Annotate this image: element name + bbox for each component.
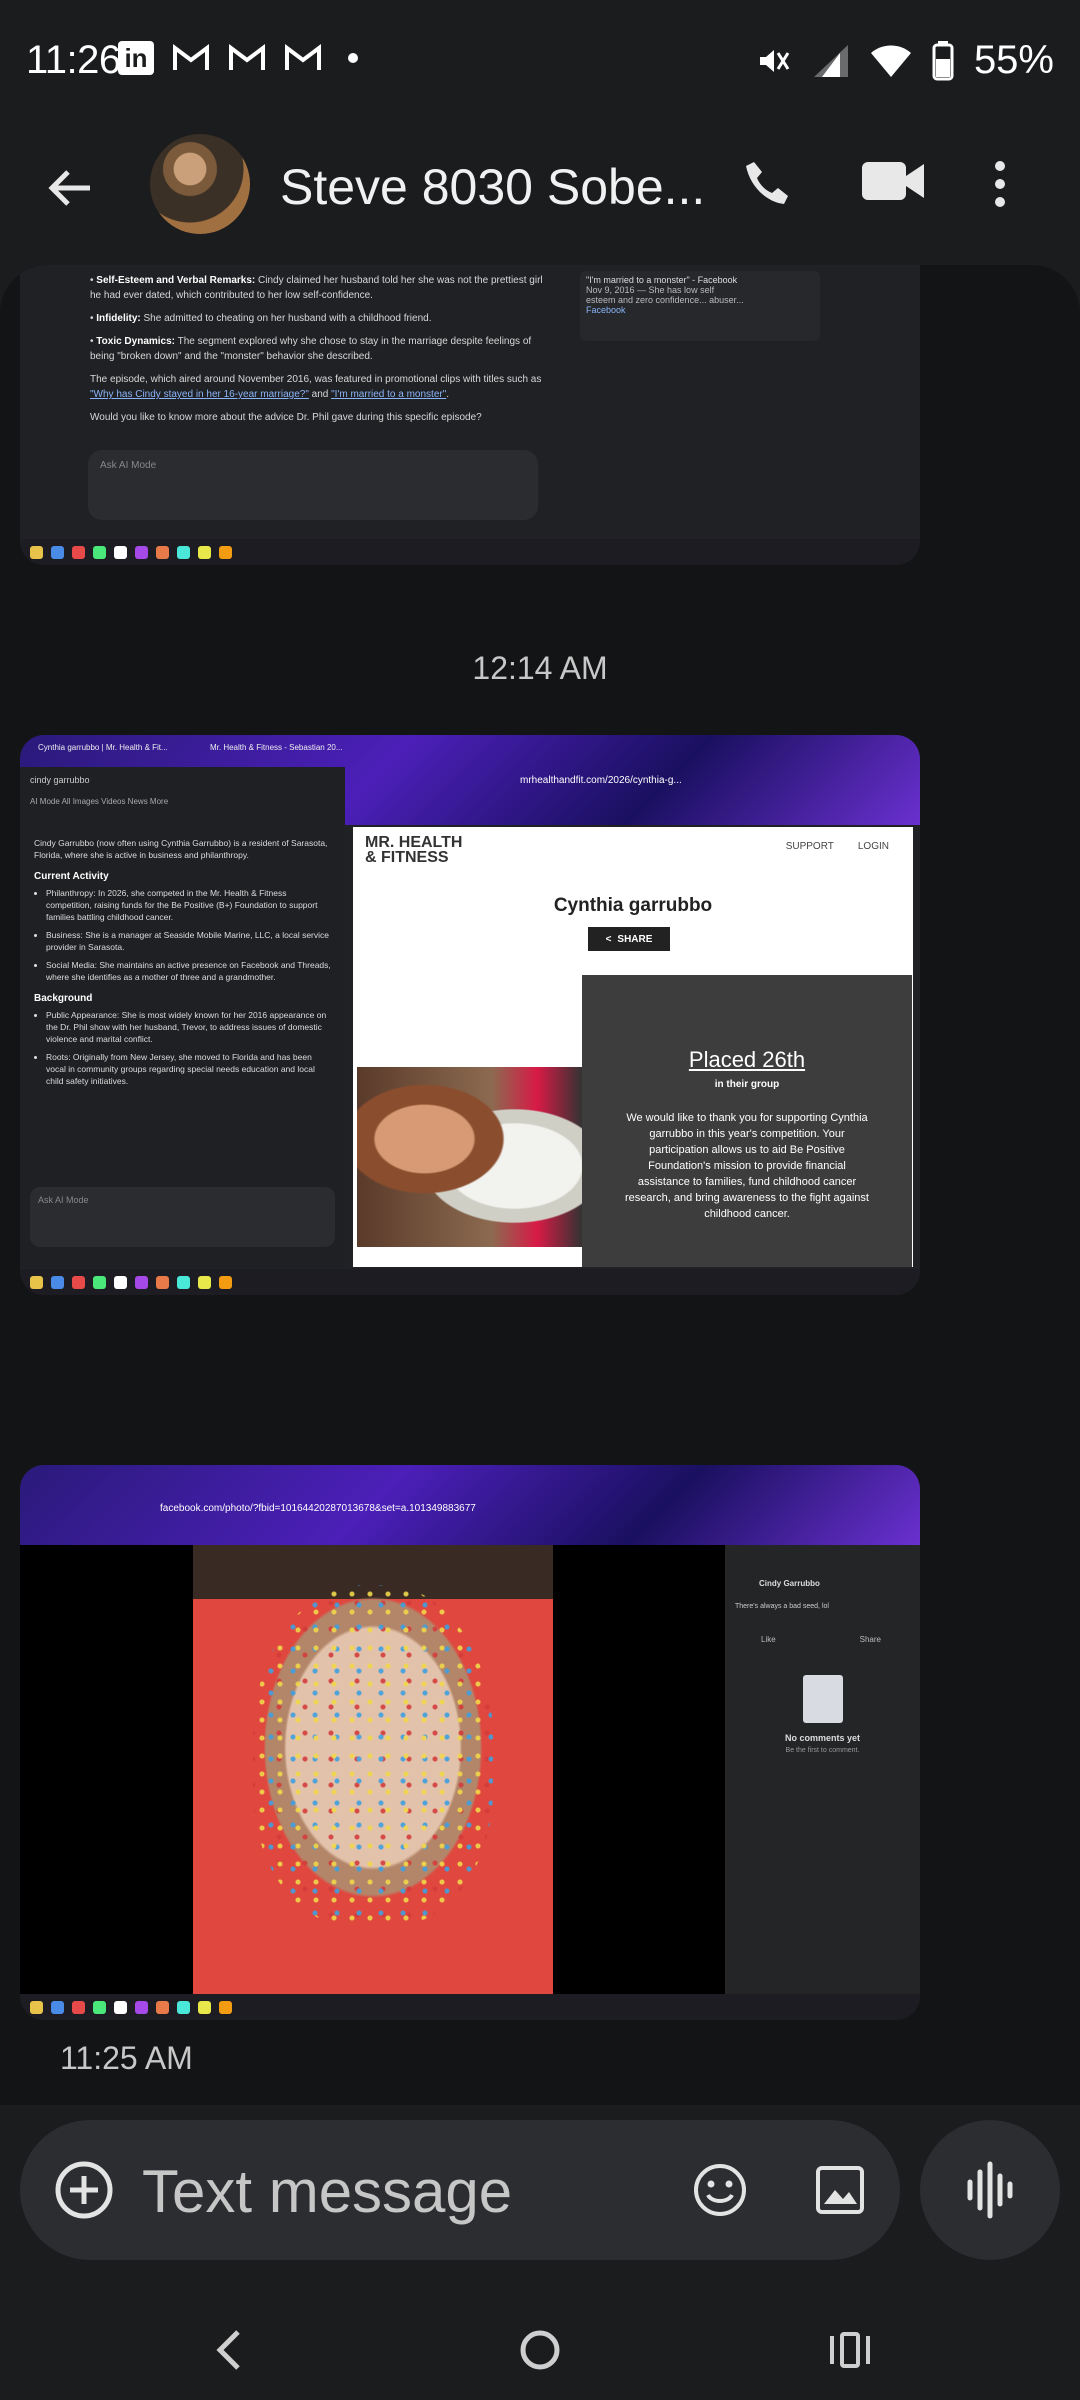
phone-icon <box>746 162 788 204</box>
message-thread[interactable]: • Self-Esteem and Verbal Remarks: Cindy … <box>0 265 1080 2105</box>
back-button[interactable] <box>40 158 100 218</box>
placement-panel: Placed 26th in their group We would like… <box>582 975 912 1267</box>
facebook-comment-panel: Cindy Garrubbo There's always a bad seed… <box>725 1545 920 1995</box>
timestamp: 12:14 AM <box>472 650 608 686</box>
battery-percent: 55% <box>973 38 1054 82</box>
browser-chrome: facebook.com/photo/?fbid=101644202870136… <box>20 1465 920 1545</box>
image-icon <box>816 2166 864 2214</box>
taskbar <box>20 539 920 565</box>
mhf-logo: MR. HEALTH & FITNESS <box>365 834 463 866</box>
mr-health-fitness-page: MR. HEALTH & FITNESS SUPPORT LOGIN Cynth… <box>353 827 913 1267</box>
nav-home-button[interactable] <box>510 2320 570 2380</box>
home-circle-icon <box>520 2330 560 2370</box>
conversation-header: Steve 8030 Sobe... <box>0 130 1080 240</box>
more-vert-icon <box>995 161 1005 207</box>
system-navigation-bar <box>0 2290 1080 2400</box>
notification-icons: in <box>118 40 358 76</box>
wifi-icon <box>870 45 911 77</box>
arrow-back-icon <box>48 170 90 206</box>
image-message-3[interactable]: facebook.com/photo/?fbid=101644202870136… <box>20 1465 920 2020</box>
ai-answer-text: • Self-Esteem and Verbal Remarks: Cindy … <box>90 275 543 423</box>
taskbar <box>20 1994 920 2020</box>
contact-name[interactable]: Steve 8030 Sobe... <box>280 158 705 216</box>
nav-recents-button[interactable] <box>820 2320 880 2380</box>
message-input[interactable] <box>140 2148 684 2234</box>
ask-ai-box: Ask AI Mode <box>88 450 538 520</box>
recents-icon <box>830 2332 870 2368</box>
gallery-button[interactable] <box>810 2160 870 2220</box>
chevron-left-icon <box>216 2330 240 2370</box>
image-message-1[interactable]: • Self-Esteem and Verbal Remarks: Cindy … <box>20 265 920 565</box>
status-bar: 11:26 in 55% <box>0 0 1080 120</box>
face-photo <box>193 1545 553 1995</box>
contact-avatar[interactable] <box>150 134 250 234</box>
more-notifications-dot-icon <box>348 53 358 63</box>
compose-bar <box>20 2120 900 2260</box>
image-message-2[interactable]: Cynthia garrubbo | Mr. Health & Fit... M… <box>20 735 920 1295</box>
facebook-photo-viewer <box>20 1545 725 1995</box>
add-attachment-button[interactable] <box>52 2158 116 2222</box>
call-button[interactable] <box>740 156 800 216</box>
audio-waveform-icon <box>967 2161 1013 2219</box>
more-options-button[interactable] <box>990 156 1030 216</box>
source-card: "I'm married to a monster" - Facebook No… <box>580 271 820 341</box>
taskbar <box>20 1269 920 1295</box>
emoji-icon <box>694 2164 746 2216</box>
share-icon: < <box>605 933 612 945</box>
gmail-icon <box>172 40 210 76</box>
status-time: 11:26 <box>26 38 121 82</box>
search-side-panel: cindy garrubbo AI Mode All Images Videos… <box>20 767 345 1267</box>
system-icons: 55% <box>754 38 1054 83</box>
profile-photo <box>357 1067 582 1247</box>
linkedin-icon: in <box>118 41 154 75</box>
add-circle-icon <box>55 2161 113 2219</box>
signal-icon <box>813 44 848 77</box>
gmail-icon <box>284 40 322 76</box>
document-icon <box>803 1675 843 1723</box>
voice-message-button[interactable] <box>920 2120 1060 2260</box>
video-camera-icon <box>862 162 924 200</box>
nav-back-button[interactable] <box>200 2320 260 2380</box>
emoji-button[interactable] <box>690 2160 750 2220</box>
battery-icon <box>932 40 954 80</box>
timestamp: 11:25 AM <box>60 2040 193 2076</box>
mute-icon <box>759 49 790 72</box>
video-call-button[interactable] <box>860 156 930 216</box>
gmail-icon <box>228 40 266 76</box>
